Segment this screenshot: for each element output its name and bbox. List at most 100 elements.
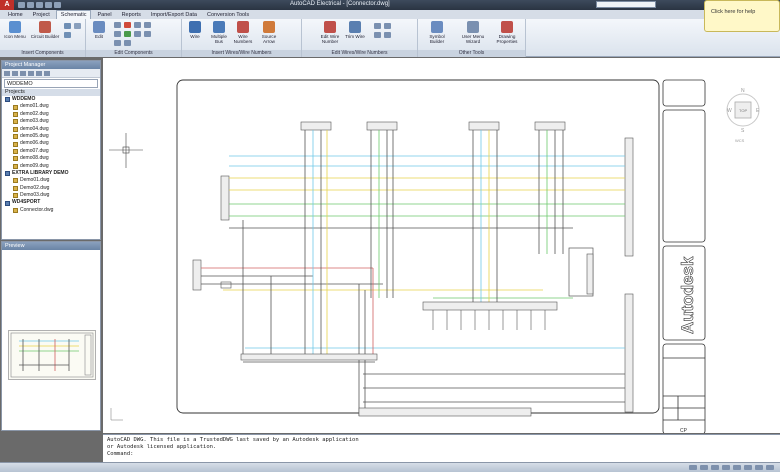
open-icon[interactable] — [27, 2, 34, 8]
drawing-node[interactable]: Demo02.dwg — [5, 185, 100, 192]
drawing-node[interactable]: demo01.dwg — [5, 103, 100, 110]
command-line[interactable]: AutoCAD DWG. This file is a TrustedDWG l… — [103, 434, 780, 462]
save-icon[interactable] — [36, 2, 43, 8]
help-search-input[interactable] — [596, 1, 656, 8]
drawing-file-icon — [13, 185, 18, 191]
source-arrow-button[interactable]: Source Arrow — [258, 21, 280, 44]
delete-component-icon[interactable] — [124, 22, 131, 28]
multiple-bus-button[interactable]: Multiple Bus — [208, 21, 230, 44]
toggle-no-nc-icon[interactable] — [124, 31, 131, 37]
drawing-node[interactable]: demo02.dwg — [5, 111, 100, 118]
terminal-strip — [422, 301, 558, 311]
drawing-node[interactable]: Connector.dwg — [5, 207, 100, 214]
undo-icon[interactable] — [45, 2, 52, 8]
tree-item-label: demo04.dwg — [20, 125, 49, 132]
viewcube[interactable]: TOP N S W E WCS — [723, 74, 763, 146]
gap-icon[interactable] — [384, 23, 391, 29]
left-connector — [220, 175, 230, 221]
project-node[interactable]: WDDEMO — [5, 96, 100, 103]
drawing-node[interactable]: demo07.dwg — [5, 148, 100, 155]
retag-icon[interactable] — [114, 40, 121, 46]
drawing-node[interactable]: demo03.dwg — [5, 118, 100, 125]
trim-wire-button[interactable]: Trim Wire — [344, 21, 366, 39]
drawing-properties-button[interactable]: Drawing Properties — [492, 21, 522, 44]
tree-item-label: WD4SPORT — [12, 199, 41, 206]
project-node[interactable]: EXTRA LIBRARY DEMO — [5, 170, 100, 177]
drawing-area[interactable]: Autodesk CP TOP N S W E WCS — [103, 58, 780, 435]
wire-type-icon[interactable] — [374, 23, 381, 29]
redo-icon[interactable] — [54, 2, 61, 8]
snap-icon[interactable] — [689, 465, 697, 470]
insert-connector-icon[interactable] — [64, 32, 71, 38]
tab-home[interactable]: Home — [4, 11, 27, 19]
command-prompt[interactable]: Command: — [107, 451, 776, 458]
move-component-icon[interactable] — [144, 22, 151, 28]
panel-edit-wires: Edit Wire Number Trim Wire Edit Wires/Wi… — [302, 19, 418, 57]
attribute-icon[interactable] — [144, 31, 151, 37]
drawing-node[interactable]: demo04.dwg — [5, 126, 100, 133]
wire-button[interactable]: Wire — [184, 21, 206, 39]
refresh-icon[interactable] — [28, 71, 34, 76]
window-title: AutoCAD Electrical - [Connector.dwg] — [290, 1, 390, 7]
stretch-wire-icon[interactable] — [374, 32, 381, 38]
project-tree: WDDEMO demo01.dwg demo02.dwg demo03.dwg demo… — [2, 96, 100, 214]
edit-component-button[interactable]: Edit — [88, 21, 110, 39]
drawing-node[interactable]: demo05.dwg — [5, 133, 100, 140]
icon-menu-button[interactable]: Icon Menu — [4, 21, 26, 39]
swap-icon[interactable] — [134, 31, 141, 37]
tree-item-label: demo01.dwg — [20, 103, 49, 110]
ortho-icon[interactable] — [711, 465, 719, 470]
drawing-file-icon — [13, 104, 18, 110]
title-block — [662, 79, 706, 435]
align-icon[interactable] — [114, 31, 121, 37]
flip-wire-icon[interactable] — [384, 32, 391, 38]
drawing-node[interactable]: Demo01.dwg — [5, 177, 100, 184]
tab-import-export[interactable]: Import/Export Data — [147, 11, 201, 19]
drawing-node[interactable]: demo09.dwg — [5, 163, 100, 170]
application-menu-icon[interactable]: A — [0, 0, 14, 10]
tree-item-label: Demo01.dwg — [20, 177, 50, 184]
new-icon[interactable] — [18, 2, 25, 8]
symbol-builder-button[interactable]: Symbol Builder — [422, 21, 452, 44]
copy-component-icon[interactable] — [114, 22, 121, 28]
svg-text:S: S — [741, 128, 745, 134]
lock-icon[interactable] — [755, 465, 763, 470]
drawing-node[interactable]: demo08.dwg — [5, 155, 100, 162]
tree-item-label: demo07.dwg — [20, 147, 49, 154]
panel-edit-components: Edit Edit Components — [86, 19, 182, 57]
polar-icon[interactable] — [722, 465, 730, 470]
osnap-icon[interactable] — [733, 465, 741, 470]
help-balloon[interactable]: Click here for help — [704, 0, 780, 32]
lower-right-connector — [624, 293, 634, 413]
insert-splice-icon[interactable] — [74, 23, 81, 29]
project-properties-icon[interactable] — [36, 71, 42, 76]
preview-title: Preview — [2, 242, 100, 250]
svg-text:W: W — [727, 108, 732, 114]
new-project-icon[interactable] — [12, 71, 18, 76]
tree-item-label: Demo02.dwg — [20, 184, 50, 191]
drawing-list-icon[interactable] — [44, 71, 50, 76]
open-project-icon[interactable] — [4, 71, 10, 76]
scoot-icon[interactable] — [134, 22, 141, 28]
new-drawing-icon[interactable] — [20, 71, 26, 76]
tab-reports[interactable]: Reports — [118, 11, 145, 19]
tab-schematic[interactable]: Schematic — [55, 10, 92, 19]
insert-component-icon[interactable] — [64, 23, 71, 29]
edit-wire-number-button[interactable]: Edit Wire Number — [316, 21, 344, 44]
tab-panel[interactable]: Panel — [93, 11, 115, 19]
fix-tag-icon[interactable] — [124, 40, 131, 46]
wire-numbers-icon — [237, 21, 249, 33]
project-node[interactable]: WD4SPORT — [5, 199, 100, 206]
user-menu-wizard-button[interactable]: User Menu Wizard — [458, 21, 488, 44]
circuit-builder-button[interactable]: Circuit Builder — [30, 21, 60, 39]
drawing-node[interactable]: Demo03.dwg — [5, 192, 100, 199]
tab-project[interactable]: Project — [29, 11, 54, 19]
grid-icon[interactable] — [700, 465, 708, 470]
wire-numbers-button[interactable]: Wire Numbers — [232, 21, 254, 44]
project-select[interactable]: WDDEMO — [4, 79, 98, 88]
workspace-icon[interactable] — [744, 465, 752, 470]
drawing-node[interactable]: demo06.dwg — [5, 140, 100, 147]
fullscreen-icon[interactable] — [766, 465, 774, 470]
tab-conversion-tools[interactable]: Conversion Tools — [203, 11, 253, 19]
command-history-line: AutoCAD DWG. This file is a TrustedDWG l… — [107, 437, 359, 443]
